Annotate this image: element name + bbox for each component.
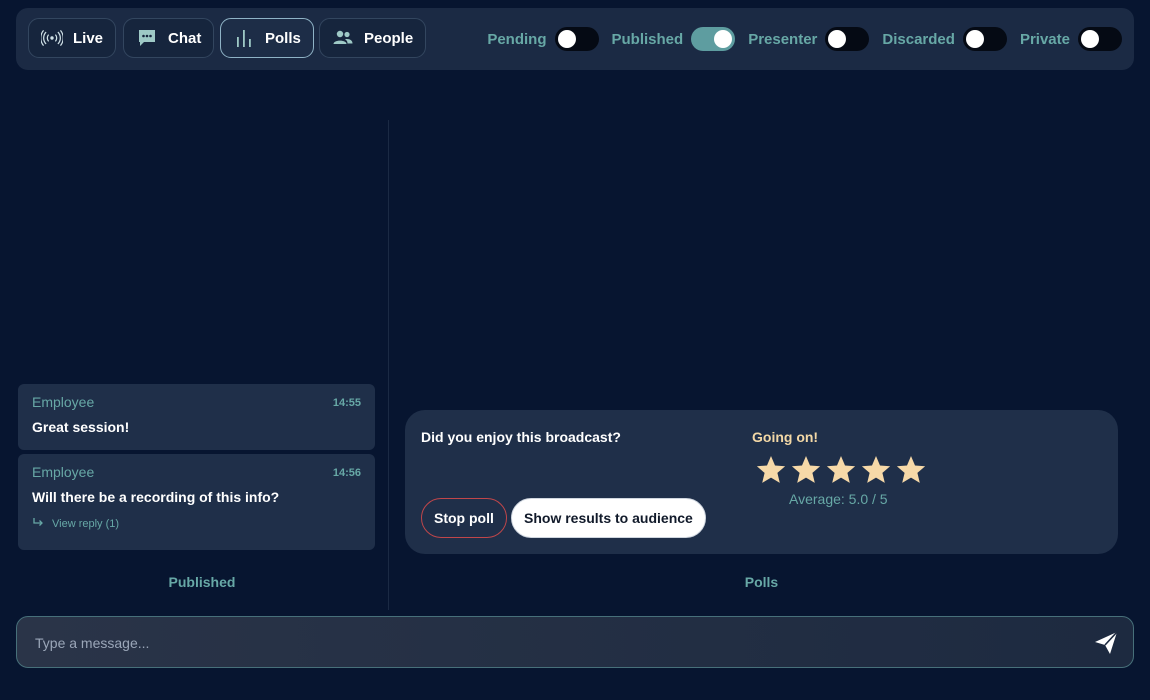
poll-average: Average: 5.0 / 5 [789,491,888,507]
filter-pending-label: Pending [487,30,547,48]
toggle-knob [714,30,733,48]
message-text: Will there be a recording of this info? [32,489,280,505]
chat-bubble-icon [136,27,158,49]
filter-private-label: Private [1019,30,1070,48]
poll-card: Did you enjoy this broadcast? Going on! … [405,410,1118,554]
stop-poll-button[interactable]: Stop poll [421,498,507,538]
tab-polls[interactable]: Polls [220,18,314,58]
message-author: Employee [32,394,95,410]
published-toggle[interactable] [691,27,736,51]
filter-presenter-label: Presenter [748,30,818,48]
broadcast-icon [41,27,63,49]
filter-pending[interactable]: Pending [487,27,599,51]
people-icon [332,27,354,49]
message-time: 14:55 [332,397,361,409]
tab-chat[interactable]: Chat [123,18,215,58]
tab-live[interactable]: Live [28,18,117,58]
message-card[interactable]: Employee 14:56 Will there be a recording… [18,454,375,550]
view-reply-link[interactable]: View reply (1) [32,517,361,531]
column-divider [388,120,389,610]
message-input[interactable] [33,617,1037,669]
toggle-knob [557,30,576,48]
message-text: Great session! [32,419,130,435]
tab-people[interactable]: People [319,18,427,58]
tab-live-label: Live [73,29,104,47]
send-icon[interactable] [1093,630,1119,656]
view-reply-label: View reply (1) [52,518,120,530]
star-icon [861,456,891,483]
star-icon [756,456,786,483]
private-toggle[interactable] [1078,27,1122,51]
filter-published-label: Published [611,30,684,48]
show-results-button[interactable]: Show results to audience [511,498,706,538]
star-icon [826,456,856,483]
pending-toggle[interactable] [554,27,599,51]
poll-question: Did you enjoy this broadcast? [421,429,621,445]
message-author: Employee [32,464,95,480]
toggle-knob [1081,30,1099,48]
tab-polls-label: Polls [265,29,301,47]
star-rating [755,454,927,486]
star-icon [896,456,926,483]
published-column-label: Published [168,574,236,590]
polls-column-label: Polls [744,574,779,590]
reply-arrow-icon [32,517,44,531]
tab-chat-label: Chat [168,29,202,47]
tab-people-label: People [364,29,414,47]
bar-chart-icon [233,27,255,49]
message-time: 14:56 [332,467,361,479]
discarded-toggle[interactable] [962,27,1007,51]
filter-toggles: Pending Published Presenter Discarded Pr… [474,26,1122,52]
poll-status: Going on! [752,429,819,445]
toggle-knob [965,30,984,48]
message-card[interactable]: Employee 14:55 Great session! [18,384,375,450]
star-icon [791,456,821,483]
filter-private[interactable]: Private [1020,27,1122,51]
filter-presenter[interactable]: Presenter [748,27,870,51]
message-composer [16,616,1134,669]
toggle-knob [828,30,847,48]
filter-discarded[interactable]: Discarded [882,27,1007,51]
filter-published[interactable]: Published [612,27,736,51]
presenter-toggle[interactable] [825,27,870,51]
top-toolbar: Live Chat Polls People Pending Published… [16,8,1134,70]
filter-discarded-label: Discarded [882,30,955,48]
